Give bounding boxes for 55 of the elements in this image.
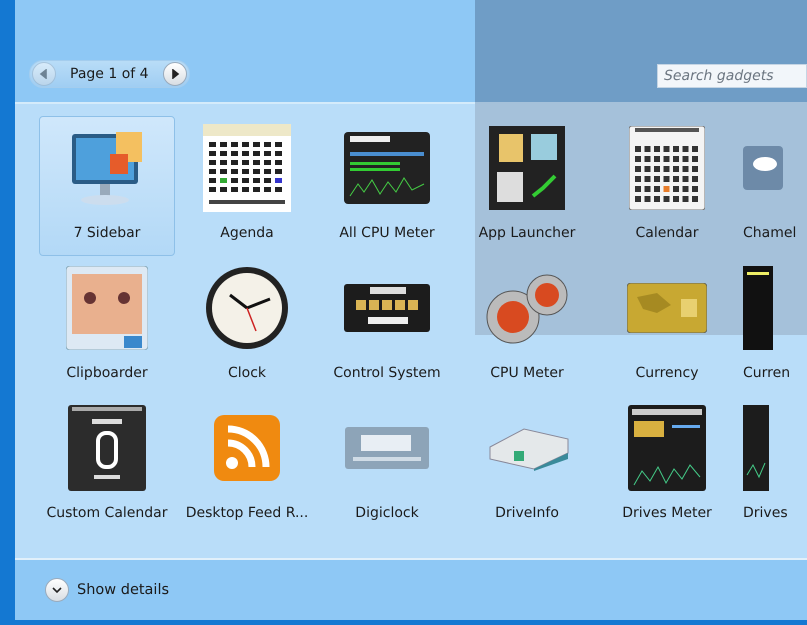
gadget-tile[interactable]: Clipboarder [39,256,175,396]
gadget-tile[interactable]: DriveInfo [459,396,595,536]
gadget-tile[interactable]: All CPU Meter [319,116,455,256]
gadget-name: CPU Meter [490,365,564,381]
card-icon [627,283,707,333]
gadget-name: Drives Meter [622,505,712,521]
gadget-tile[interactable]: App Launcher [459,116,595,256]
chevron-down-icon [52,585,62,595]
gadget-name: All CPU Meter [339,225,435,241]
rss-icon [214,415,280,481]
gadget-tile[interactable]: Chamel [739,116,807,256]
clock-icon [204,265,290,351]
show-details-label: Show details [77,582,170,598]
gadget-name: Clock [228,365,266,381]
gadget-tile[interactable]: 7 Sidebar [39,116,175,256]
search-field[interactable]: Search gadgets [657,64,807,88]
caret-right-icon [170,69,180,79]
app-tiles-icon [489,126,565,210]
gadget-tile[interactable]: Currency [599,256,735,396]
show-details-toggle[interactable] [45,578,69,602]
digital-clock-icon [345,427,429,469]
gadget-name: Agenda [220,225,274,241]
gadget-name: Chamel [743,225,796,241]
gadget-name: Calendar [636,225,698,241]
gadget-name: Drives [743,505,788,521]
gadget-name: DriveInfo [495,505,559,521]
gadget-name: Currency [635,365,699,381]
gadget-tile[interactable]: Desktop Feed R... [179,396,315,536]
gadget-tile[interactable]: Clock [179,256,315,396]
next-page-button[interactable] [162,62,187,86]
gadget-name: Clipboarder [66,365,148,381]
gadget-tile[interactable]: Custom Calendar [39,396,175,536]
photo-frame-icon [66,266,148,350]
gadget-tile[interactable]: Drives Meter [599,396,735,536]
gadget-tile[interactable]: Digiclock [319,396,455,536]
gadget-name: 7 Sidebar [74,225,140,241]
cloud-icon [743,146,783,190]
gadget-name: Control System [333,365,441,381]
gadget-name: Digiclock [355,505,419,521]
gadget-name: Desktop Feed R... [186,505,308,521]
gadget-tile[interactable]: Drives [739,396,807,536]
control-panel-icon [344,284,430,332]
gadget-tile[interactable]: Calendar [599,116,735,256]
gadget-name: App Launcher [478,225,576,241]
gadget-tile[interactable]: Curren [739,256,807,396]
gadget-tile[interactable]: CPU Meter [459,256,595,396]
gadget-name: Custom Calendar [46,505,168,521]
caret-left-icon [39,69,49,79]
gadget-tile[interactable]: Control System [319,256,455,396]
calendar-icon [68,405,146,491]
gadget-tile[interactable]: Agenda [179,116,315,256]
calendar-icon [629,126,705,210]
calendar-icon [203,124,291,212]
page-indicator: Page 1 of 4 [70,66,149,82]
gadget-name: Curren [743,365,790,381]
